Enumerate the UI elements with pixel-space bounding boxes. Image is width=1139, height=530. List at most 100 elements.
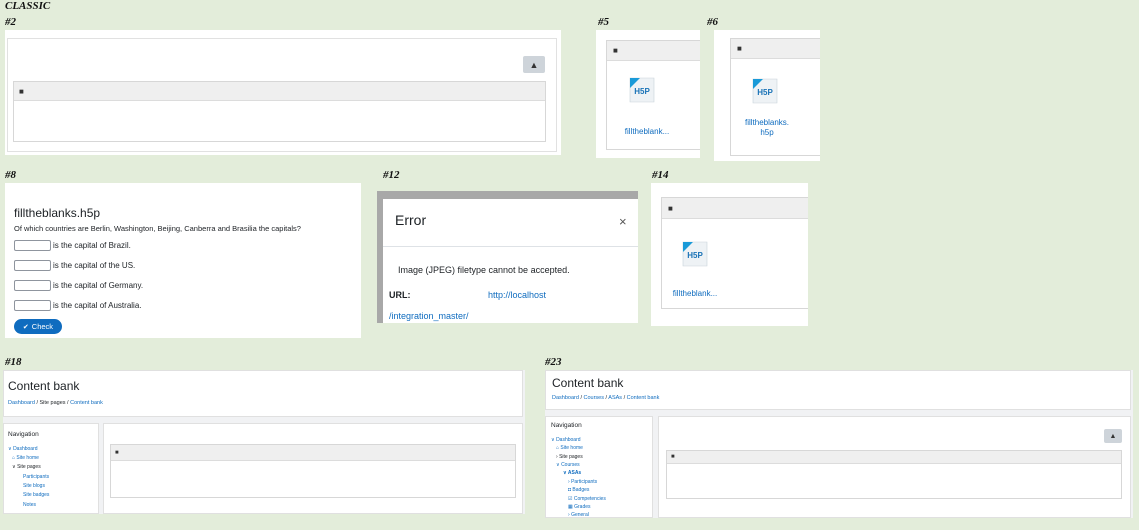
upload-button[interactable]: ▲ — [523, 56, 545, 73]
panel-12: Error × Image (JPEG) filetype cannot be … — [377, 191, 638, 323]
nav-item[interactable]: ∨ Dashboard — [8, 446, 38, 452]
nav-item[interactable]: ∨ Dashboard — [551, 437, 581, 443]
nav-item[interactable]: ◘ Badges — [568, 487, 589, 493]
panel-18: Content bank Dashboard / Site pages / Co… — [3, 370, 525, 514]
nav-item[interactable]: Notes — [23, 502, 36, 508]
folder-icon[interactable]: ■ — [737, 45, 742, 53]
file-area-header: ■ — [14, 82, 545, 101]
panel-label-5: #5 — [598, 16, 609, 28]
nav-item[interactable]: Site badges — [23, 492, 49, 498]
url-label: URL: — [389, 290, 411, 300]
file-area-header: ■ — [731, 39, 820, 59]
blank-input[interactable] — [14, 260, 51, 271]
nav-item[interactable]: Participants — [23, 474, 49, 480]
file-name-line1[interactable]: filltheblanks. — [731, 118, 803, 128]
nav-item[interactable]: ∨ Courses — [556, 462, 580, 468]
blank-row: is the capital of Australia. — [14, 300, 142, 311]
panel-label-23: #23 — [545, 356, 562, 368]
upload-button[interactable]: ▲ — [1104, 429, 1122, 443]
error-message: Image (JPEG) filetype cannot be accepted… — [398, 265, 570, 275]
file-area: ■ — [13, 81, 546, 142]
svg-text:H5P: H5P — [634, 87, 650, 96]
content-bank-frame: ▲ ■ — [7, 38, 557, 152]
panel-5: ■ H5P filltheblank... — [596, 30, 700, 158]
panel-label-14: #14 — [652, 169, 669, 181]
navigation-title: Navigation — [8, 431, 39, 438]
panel-label-6: #6 — [707, 16, 718, 28]
folder-icon[interactable]: ■ — [671, 454, 675, 460]
h5p-file-icon[interactable]: H5P — [750, 76, 780, 106]
panel-23: Content bank Dashboard / Courses / ASAs … — [545, 370, 1133, 518]
main-region: ■ — [103, 423, 523, 514]
breadcrumb-item[interactable]: Dashboard — [552, 395, 579, 401]
file-area: ■ H5P filltheblank... — [661, 197, 808, 309]
nav-item[interactable]: ☑ Competencies — [568, 496, 606, 502]
dialog-title: Error — [395, 212, 427, 228]
navigation-block: Navigation ∨ Dashboard ⌂ Site home › Sit… — [545, 416, 653, 518]
nav-item[interactable]: › Participants — [568, 479, 597, 485]
breadcrumb: Dashboard / Site pages / Content bank — [8, 400, 103, 406]
nav-item[interactable]: Site blogs — [23, 483, 45, 489]
file-area: ■ H5P filltheblank... — [606, 40, 700, 150]
breadcrumb-item[interactable]: Dashboard — [8, 400, 35, 406]
page-title: Content bank — [8, 379, 80, 393]
page-header: Content bank Dashboard / Site pages / Co… — [3, 370, 523, 417]
folder-icon[interactable]: ■ — [613, 47, 618, 55]
nav-item[interactable]: ∨ Site pages — [12, 464, 41, 470]
nav-item[interactable]: › Site pages — [556, 454, 583, 460]
breadcrumb-item[interactable]: Site pages — [40, 400, 66, 406]
dialog-divider — [383, 246, 638, 247]
breadcrumb-item[interactable]: Content bank — [70, 400, 103, 406]
upload-icon: ▲ — [529, 59, 539, 70]
page-header: Content bank Dashboard / Courses / ASAs … — [545, 370, 1131, 410]
file-name[interactable]: filltheblank... — [607, 127, 687, 137]
folder-icon[interactable]: ■ — [115, 450, 119, 456]
folder-icon[interactable]: ■ — [19, 88, 24, 96]
url-link-continued[interactable]: /integration_master/ — [389, 311, 469, 321]
blank-row: is the capital of Brazil. — [14, 240, 131, 251]
panel-2: ▲ ■ — [5, 30, 561, 155]
navigation-title: Navigation — [551, 422, 582, 429]
h5p-file-icon[interactable]: H5P — [627, 75, 657, 105]
panel-8: filltheblanks.h5p Of which countries are… — [5, 183, 361, 338]
breadcrumb-item[interactable]: Content bank — [627, 395, 660, 401]
upload-icon: ▲ — [1109, 432, 1117, 440]
panel-6: ■ H5P filltheblanks. h5p — [714, 30, 820, 161]
svg-text:H5P: H5P — [687, 251, 703, 260]
file-name[interactable]: filltheblank... — [662, 289, 728, 299]
panel-label-18: #18 — [5, 356, 22, 368]
panel-14: ■ H5P filltheblank... — [651, 183, 808, 326]
page-label: CLASSIC — [5, 0, 51, 12]
blank-row-text: is the capital of Germany. — [53, 281, 144, 290]
file-area: ■ — [666, 450, 1122, 499]
close-icon[interactable]: × — [619, 214, 627, 229]
page-title: Content bank — [552, 376, 624, 390]
h5p-file-icon[interactable]: H5P — [680, 239, 710, 269]
check-icon: ✔ — [22, 323, 29, 331]
blank-row-text: is the capital of Australia. — [53, 301, 142, 310]
blank-row-text: is the capital of the US. — [53, 261, 136, 270]
question-text: Of which countries are Berlin, Washingto… — [14, 224, 301, 233]
file-area: ■ H5P filltheblanks. h5p — [730, 38, 820, 156]
blank-input[interactable] — [14, 240, 51, 251]
nav-item[interactable]: › General — [568, 512, 589, 518]
panel-label-8: #8 — [5, 169, 16, 181]
url-link[interactable]: http://localhost — [488, 290, 546, 300]
error-dialog: Error × Image (JPEG) filetype cannot be … — [383, 199, 638, 323]
nav-item[interactable]: ⌂ Site home — [12, 455, 39, 461]
blank-input[interactable] — [14, 300, 51, 311]
panel-label-12: #12 — [383, 169, 400, 181]
breadcrumb-item[interactable]: ASAs — [608, 395, 622, 401]
nav-item[interactable]: ∨ ASAs — [563, 470, 581, 476]
svg-text:H5P: H5P — [757, 88, 773, 97]
file-area-header: ■ — [662, 198, 808, 219]
breadcrumb-item[interactable]: Courses — [584, 395, 604, 401]
file-name-line2[interactable]: h5p — [731, 128, 803, 138]
nav-item[interactable]: ⌂ Site home — [556, 445, 583, 451]
check-button[interactable]: ✔ Check — [14, 319, 62, 334]
activity-title: filltheblanks.h5p — [14, 206, 101, 220]
blank-input[interactable] — [14, 280, 51, 291]
nav-item[interactable]: ▦ Grades — [568, 504, 591, 510]
blank-row: is the capital of the US. — [14, 260, 135, 271]
folder-icon[interactable]: ■ — [668, 205, 673, 213]
